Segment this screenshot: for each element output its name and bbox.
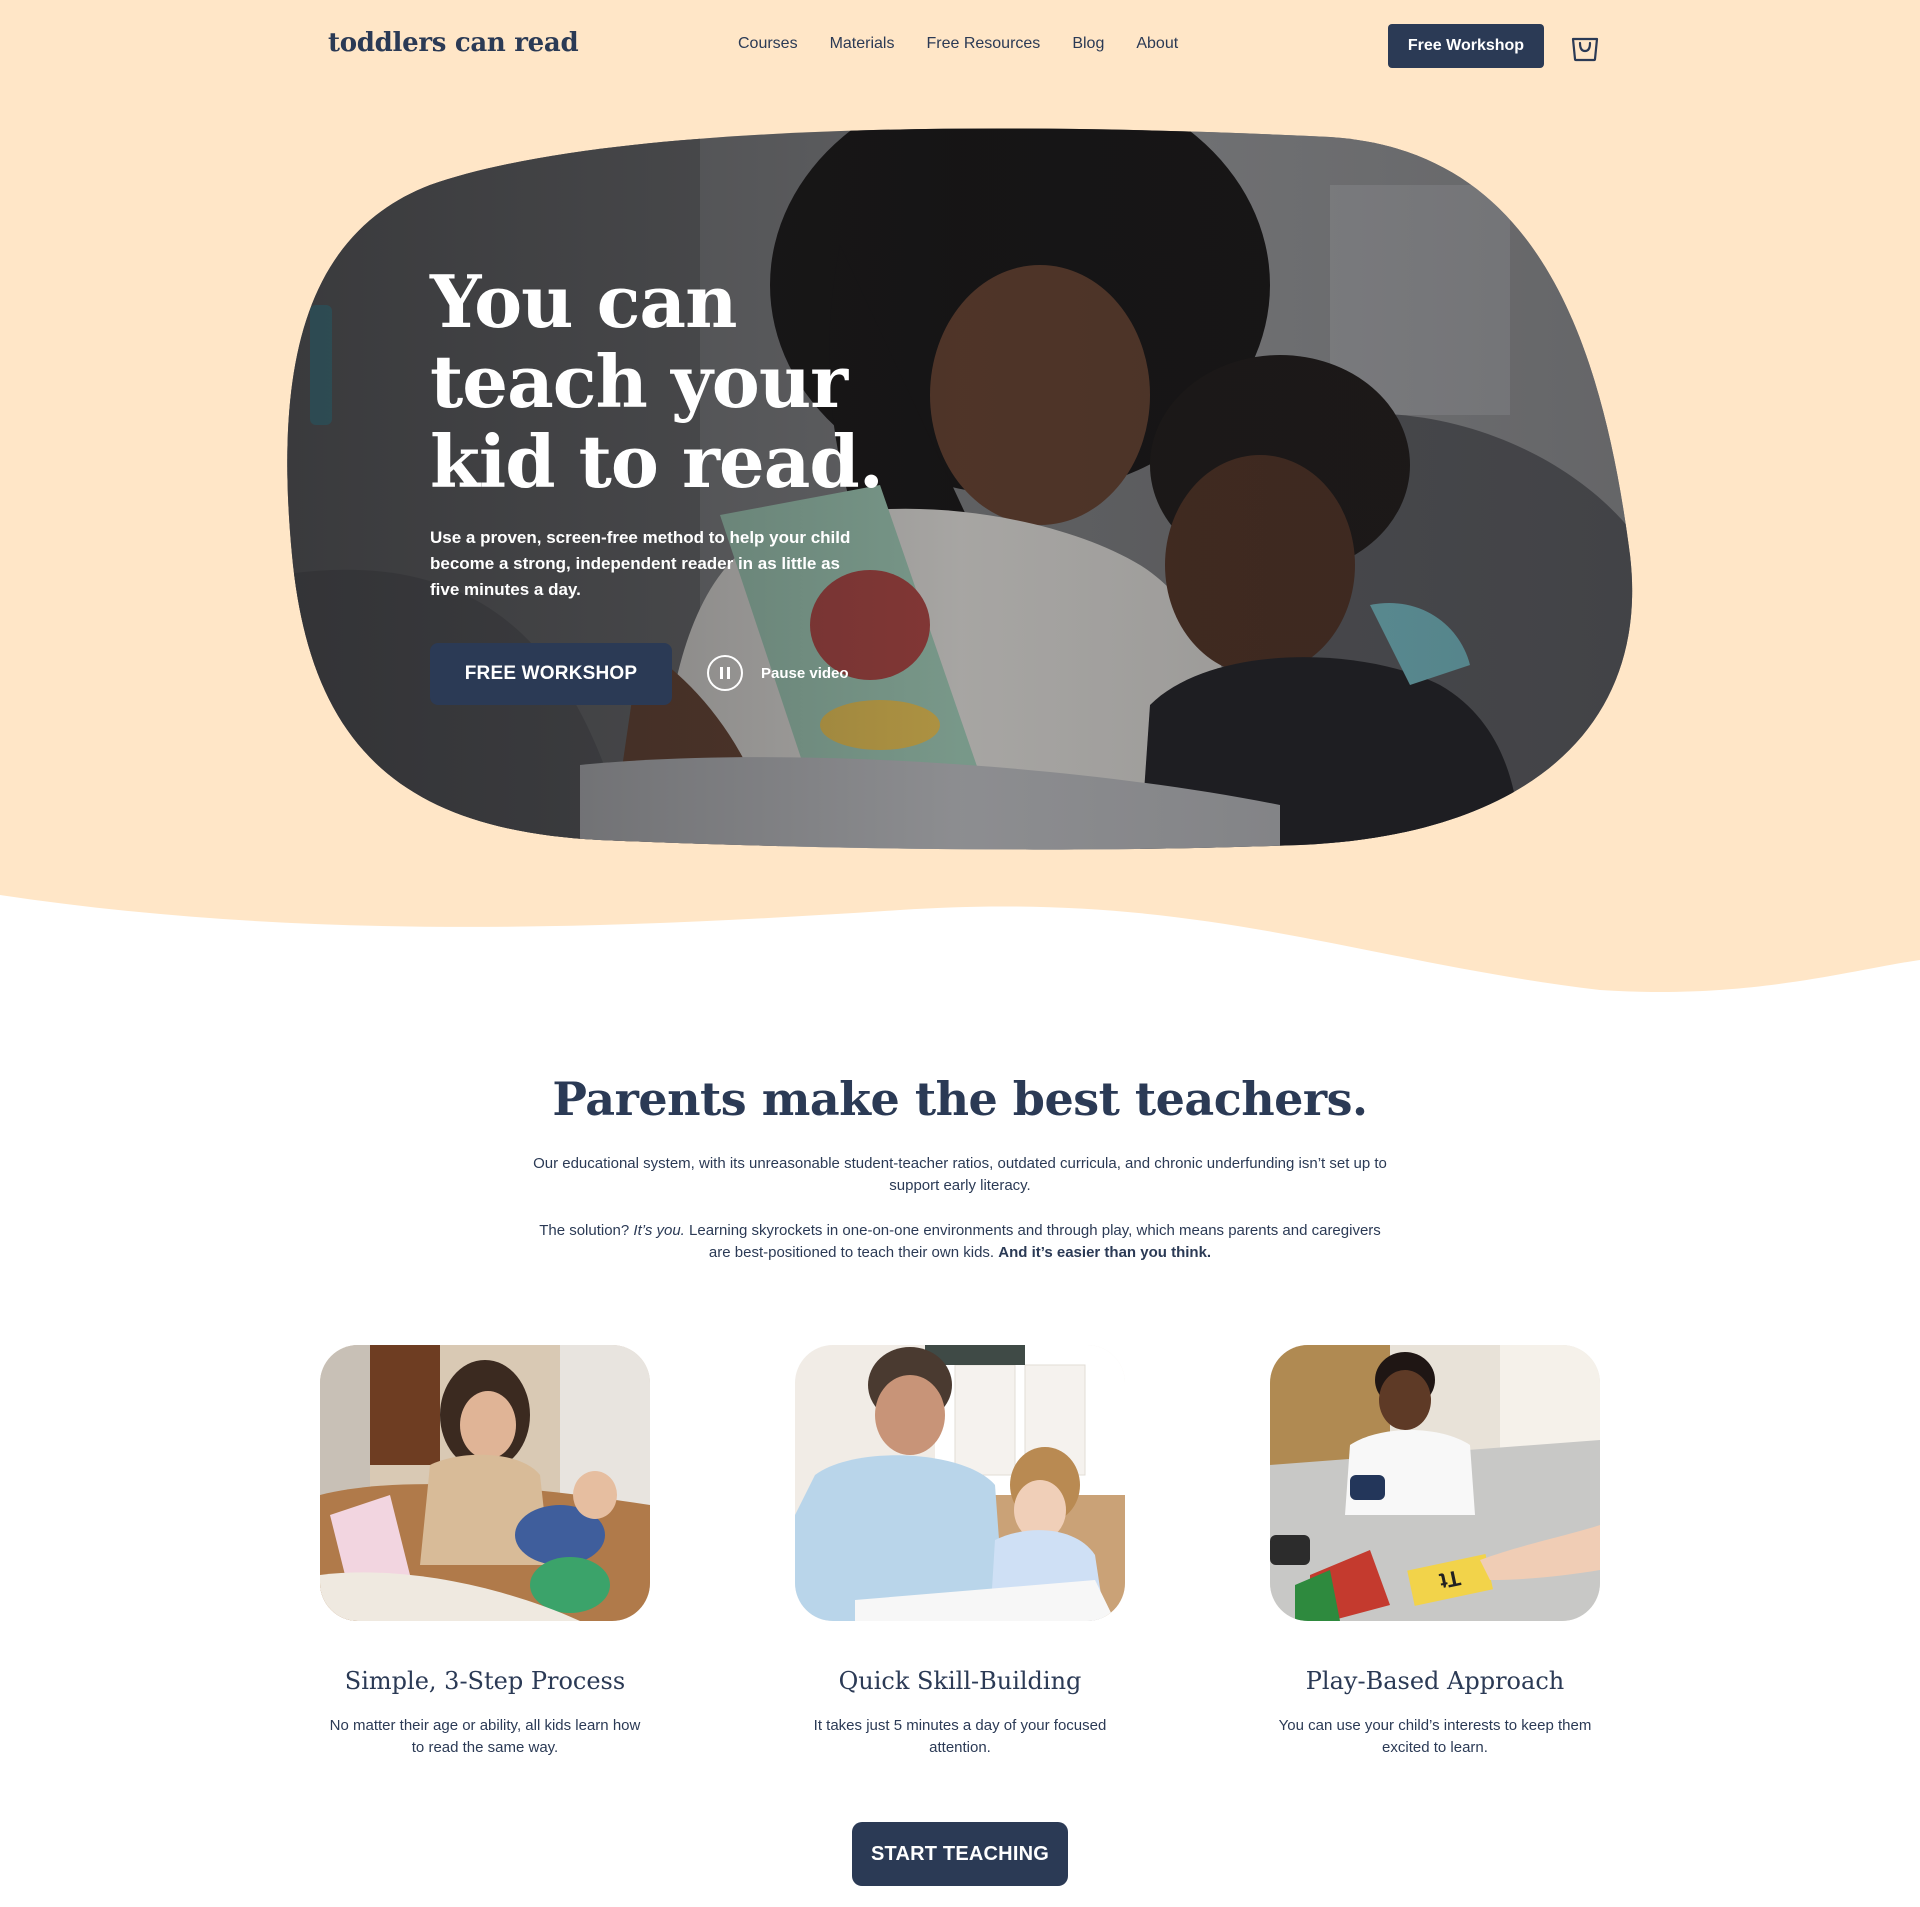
start-teaching-button[interactable]: START TEACHING <box>852 1822 1068 1886</box>
card-photo-father-child <box>795 1345 1125 1621</box>
card-photo-child-playing: Tt <box>1270 1345 1600 1621</box>
card-photo-mother-child <box>320 1345 650 1621</box>
nav-free-resources[interactable]: Free Resources <box>926 35 1040 53</box>
card-title: Simple, 3-Step Process <box>344 1667 626 1695</box>
p2-prefix: The solution? <box>539 1222 634 1239</box>
card-text: You can use your child’s interests to ke… <box>1278 1717 1592 1756</box>
site-header: toddlers can read Courses Materials Free… <box>0 0 1920 92</box>
cart-icon[interactable] <box>1570 30 1600 62</box>
hero-title: You can teach your kid to read. <box>430 259 884 504</box>
section-paragraph-1: Our educational system, with its unreaso… <box>533 1155 1387 1194</box>
main-nav: Courses Materials Free Resources Blog Ab… <box>738 35 1178 53</box>
nav-about[interactable]: About <box>1136 35 1178 53</box>
free-workshop-button[interactable]: Free Workshop <box>1388 24 1544 68</box>
hero-subtitle: Use a proven, screen-free method to help… <box>430 528 851 599</box>
pause-video-label: Pause video <box>761 664 849 682</box>
card-title: Play-Based Approach <box>1305 1667 1565 1695</box>
p2-bold: And it’s easier than you think. <box>998 1244 1212 1261</box>
nav-materials[interactable]: Materials <box>830 35 895 53</box>
p2-italic: It’s you. <box>633 1222 685 1239</box>
hero-free-workshop-button[interactable]: FREE WORKSHOP <box>430 643 672 705</box>
site-logo[interactable]: toddlers can read <box>328 28 579 58</box>
pause-video-control[interactable]: Pause video <box>707 655 849 691</box>
pause-icon[interactable] <box>707 655 743 691</box>
card-text: It takes just 5 minutes a day of your fo… <box>813 1717 1107 1756</box>
card-text: No matter their age or ability, all kids… <box>329 1717 641 1756</box>
wave-divider <box>0 895 1920 1010</box>
nav-blog[interactable]: Blog <box>1072 35 1104 53</box>
section-paragraph-2: The solution? It’s you. Learning skyrock… <box>530 1220 1390 1264</box>
card-title: Quick Skill-Building <box>838 1667 1082 1695</box>
section-title: Parents make the best teachers. <box>552 1072 1368 1126</box>
nav-courses[interactable]: Courses <box>738 35 798 53</box>
